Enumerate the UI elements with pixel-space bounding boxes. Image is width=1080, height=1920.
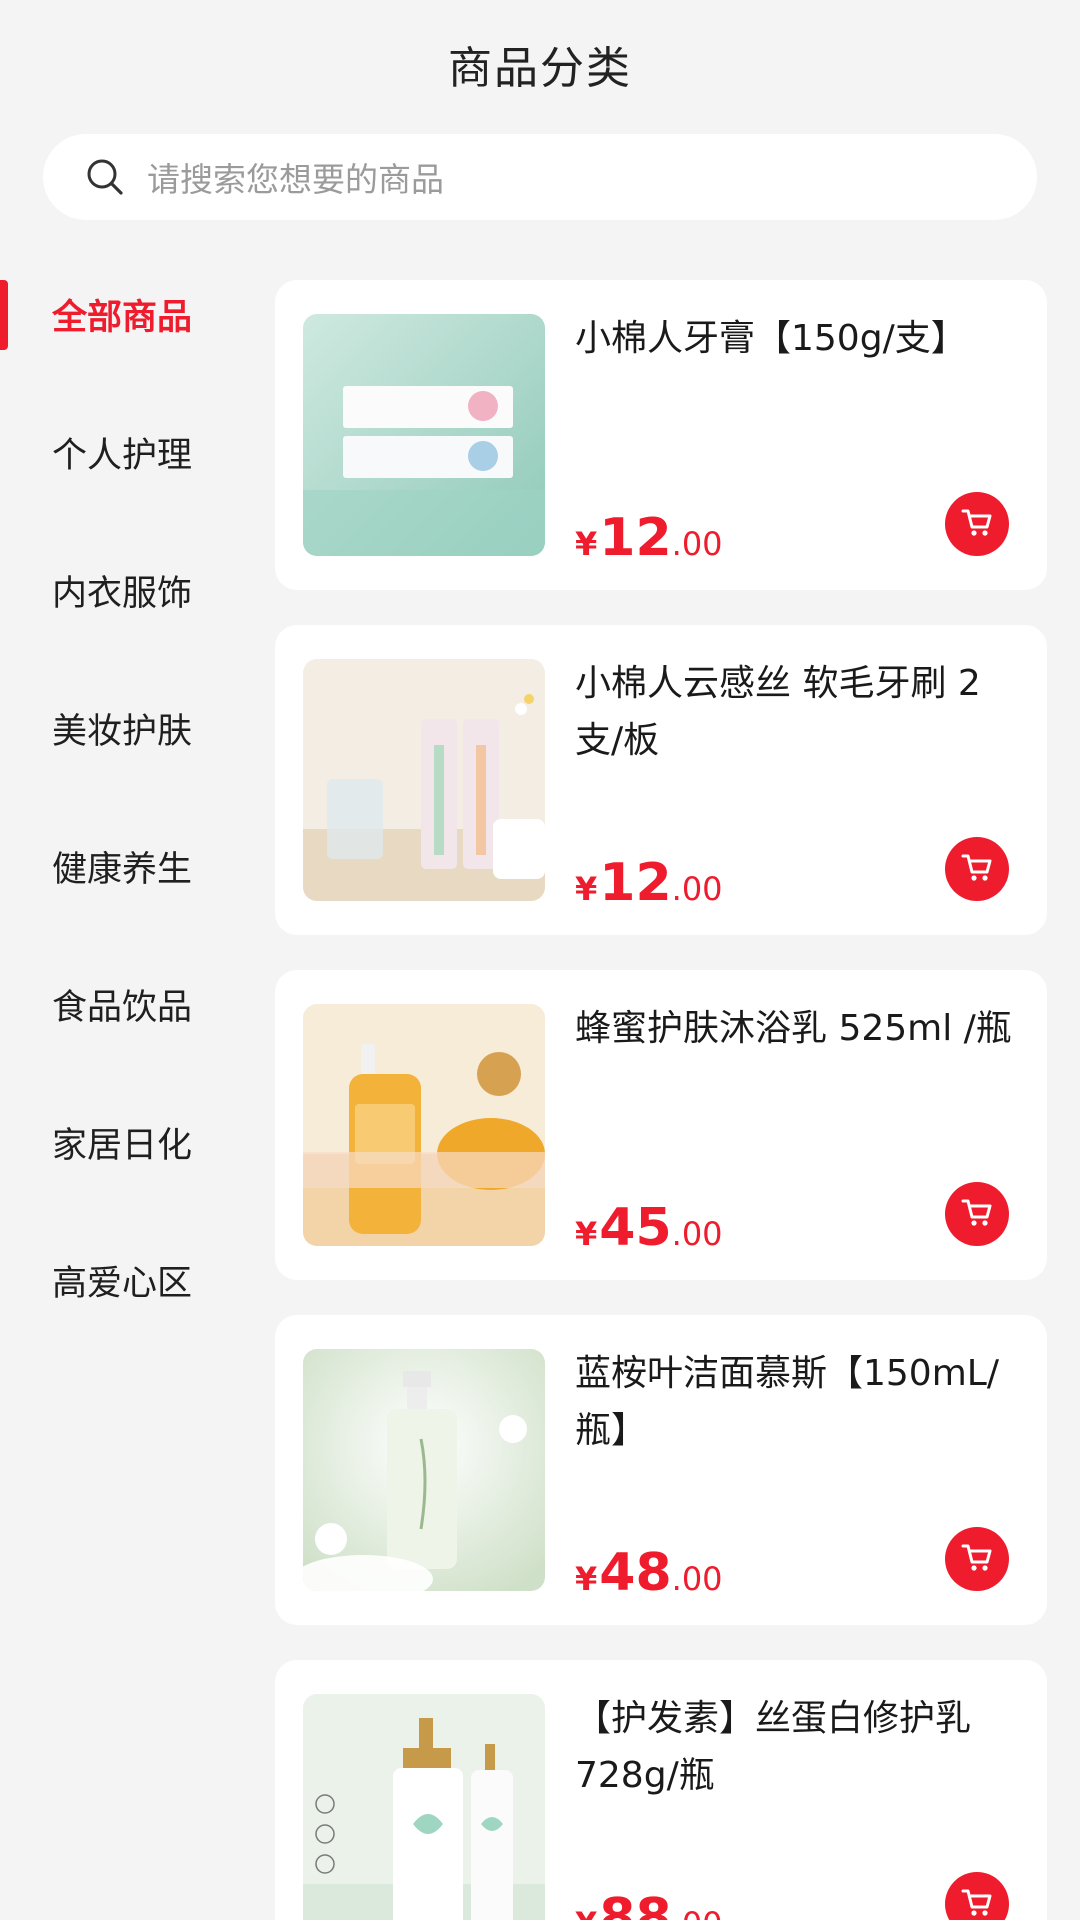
cart-icon [959, 1194, 995, 1234]
price-decimal: .00 [671, 1560, 723, 1598]
page-title: 商品分类 [448, 43, 632, 94]
sidebar-item-all[interactable]: 全部商品 [0, 245, 240, 383]
price-integer: 45 [599, 1198, 672, 1258]
product-name[interactable]: 小棉人云感丝 软毛牙刷 2支/板 [575, 655, 1015, 769]
sidebar-item-underwear[interactable]: 内衣服饰 [0, 521, 240, 659]
currency-symbol: ¥ [575, 870, 598, 908]
sidebar-item-label: 个人护理 [52, 435, 193, 476]
sidebar-item-label: 美妆护肤 [52, 711, 193, 752]
product-name[interactable]: 蓝桉叶洁面慕斯【150mL/瓶】 [575, 1345, 1015, 1459]
search-bar: 请搜索您想要的商品 [0, 128, 1080, 256]
add-to-cart-button[interactable] [945, 492, 1009, 556]
product-card[interactable]: 小棉人牙膏【150g/支】 ¥ 12 .00 [275, 280, 1047, 590]
sidebar-item-health[interactable]: 健康养生 [0, 797, 240, 935]
product-price: ¥ 48 .00 [575, 1543, 723, 1603]
cart-icon [959, 849, 995, 889]
product-image[interactable] [303, 659, 545, 901]
sidebar-item-label: 食品饮品 [52, 987, 193, 1028]
search-placeholder: 请搜索您想要的商品 [147, 160, 444, 199]
category-page: 商品分类 请搜索您想要的商品 全部商品 个人护理 内衣服饰 美妆护肤 健康养生 … [0, 0, 1080, 1920]
product-card[interactable]: 小棉人云感丝 软毛牙刷 2支/板 ¥ 12 .00 [275, 625, 1047, 935]
currency-symbol: ¥ [575, 1215, 598, 1253]
product-price: ¥ 45 .00 [575, 1198, 723, 1258]
add-to-cart-button[interactable] [945, 1182, 1009, 1246]
sidebar-item-label: 高爱心区 [52, 1263, 193, 1304]
header: 商品分类 [0, 0, 1080, 128]
cart-icon [959, 1884, 995, 1920]
price-integer: 12 [599, 853, 672, 913]
price-decimal: .00 [671, 870, 723, 908]
product-card[interactable]: 【护发素】丝蛋白修护乳728g/瓶 ¥ 88 .00 [275, 1660, 1047, 1920]
category-sidebar: 全部商品 个人护理 内衣服饰 美妆护肤 健康养生 食品饮品 家居日化 高爱心区 [0, 245, 240, 1920]
product-price: ¥ 12 .00 [575, 853, 723, 913]
product-image[interactable] [303, 314, 545, 556]
price-integer: 12 [599, 508, 672, 568]
price-decimal: .00 [672, 1905, 723, 1920]
add-to-cart-button[interactable] [945, 837, 1009, 901]
sidebar-item-beauty[interactable]: 美妆护肤 [0, 659, 240, 797]
product-image[interactable] [303, 1349, 545, 1591]
sidebar-item-label: 内衣服饰 [52, 573, 193, 614]
product-name[interactable]: 【护发素】丝蛋白修护乳728g/瓶 [575, 1690, 1015, 1804]
product-price: ¥ 12 .00 [575, 508, 723, 568]
product-name[interactable]: 蜂蜜护肤沐浴乳 525ml /瓶 [575, 1000, 1015, 1057]
product-card[interactable]: 蓝桉叶洁面慕斯【150mL/瓶】 ¥ 48 .00 [275, 1315, 1047, 1625]
search-icon [85, 157, 125, 197]
sidebar-item-charity[interactable]: 高爱心区 [0, 1211, 240, 1349]
add-to-cart-button[interactable] [945, 1872, 1009, 1920]
cart-icon [959, 504, 995, 544]
search-input[interactable]: 请搜索您想要的商品 [43, 134, 1037, 220]
currency-symbol: ¥ [575, 1905, 597, 1920]
price-decimal: .00 [671, 1215, 723, 1253]
sidebar-item-food[interactable]: 食品饮品 [0, 935, 240, 1073]
price-decimal: .00 [671, 525, 723, 563]
currency-symbol: ¥ [575, 1560, 598, 1598]
product-image[interactable] [303, 1694, 545, 1920]
sidebar-item-personal-care[interactable]: 个人护理 [0, 383, 240, 521]
main-body: 全部商品 个人护理 内衣服饰 美妆护肤 健康养生 食品饮品 家居日化 高爱心区 [0, 245, 1080, 1920]
sidebar-item-label: 健康养生 [52, 849, 193, 890]
add-to-cart-button[interactable] [945, 1527, 1009, 1591]
price-integer: 88 [599, 1888, 672, 1920]
product-name[interactable]: 小棉人牙膏【150g/支】 [575, 310, 1015, 367]
product-image[interactable] [303, 1004, 545, 1246]
cart-icon [959, 1539, 995, 1579]
product-price: ¥ 88 .00 [575, 1888, 723, 1920]
product-list: 小棉人牙膏【150g/支】 ¥ 12 .00 小棉人云感丝 软毛牙刷 2支/板 … [240, 245, 1080, 1920]
sidebar-item-label: 家居日化 [52, 1125, 193, 1166]
product-card[interactable]: 蜂蜜护肤沐浴乳 525ml /瓶 ¥ 45 .00 [275, 970, 1047, 1280]
sidebar-item-label: 全部商品 [52, 297, 193, 338]
price-integer: 48 [599, 1543, 672, 1603]
currency-symbol: ¥ [575, 525, 598, 563]
sidebar-item-household[interactable]: 家居日化 [0, 1073, 240, 1211]
